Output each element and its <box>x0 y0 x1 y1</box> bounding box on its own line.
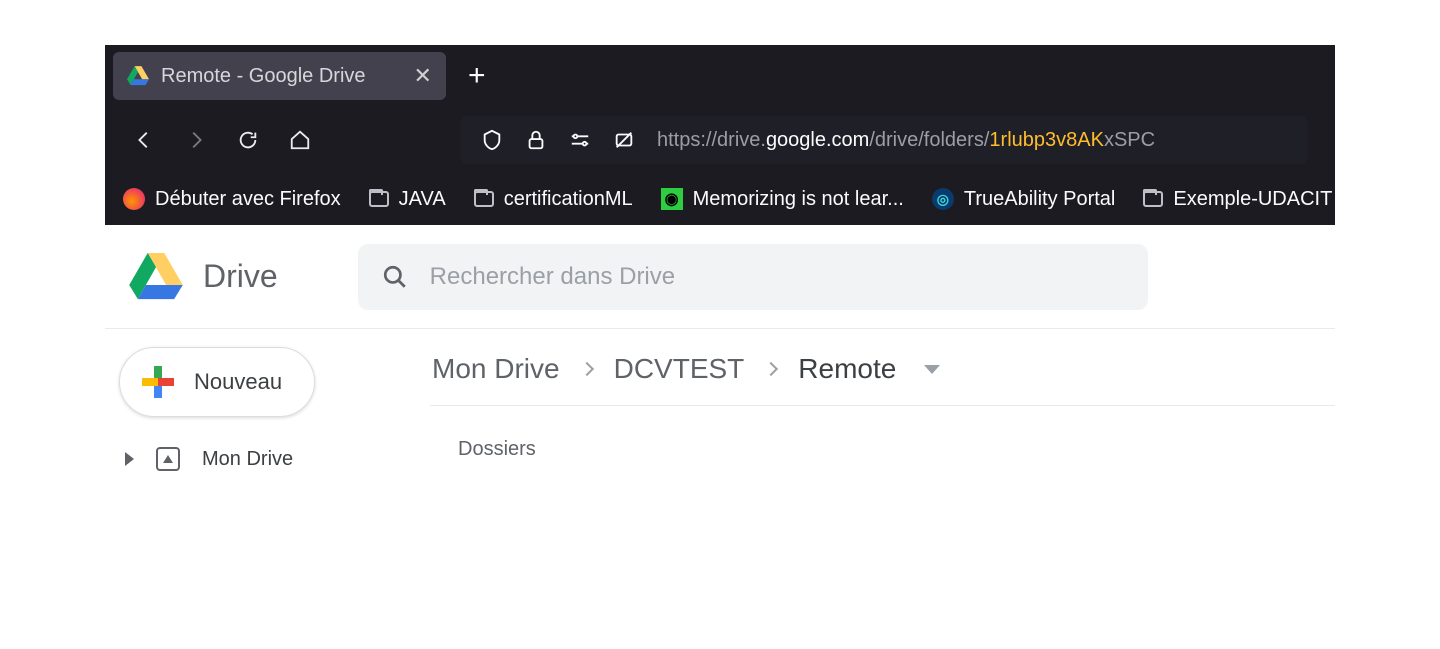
folder-icon <box>474 191 494 207</box>
expand-icon[interactable] <box>125 452 134 466</box>
url-text: https://drive.google.com/drive/folders/1… <box>657 129 1155 152</box>
folder-icon <box>369 191 389 207</box>
main-content: Mon Drive DCVTEST Remote Dossiers <box>420 329 1335 497</box>
clock-icon: ◉ <box>661 188 683 210</box>
back-button[interactable] <box>133 129 155 151</box>
home-button[interactable] <box>289 129 311 151</box>
google-drive-logo[interactable] <box>129 253 183 301</box>
bookmark-memorizing[interactable]: ◉ Memorizing is not lear... <box>661 188 904 211</box>
permissions-icon[interactable] <box>569 129 591 151</box>
breadcrumb-current[interactable]: Remote <box>798 353 896 385</box>
badge-icon: ◎ <box>932 188 954 210</box>
shield-icon[interactable] <box>481 129 503 151</box>
lock-icon[interactable] <box>525 129 547 151</box>
new-tab-button[interactable]: + <box>464 61 490 91</box>
chevron-right-icon <box>580 362 594 376</box>
tab-title: Remote - Google Drive <box>161 65 366 88</box>
bookmark-certificationml[interactable]: certificationML <box>474 188 633 211</box>
my-drive-icon <box>156 447 180 471</box>
bookmark-firefox[interactable]: Débuter avec Firefox <box>123 188 341 211</box>
search-box[interactable] <box>358 244 1148 310</box>
breadcrumb-item[interactable]: DCVTEST <box>614 353 745 385</box>
new-button[interactable]: Nouveau <box>119 347 315 417</box>
plus-icon <box>142 366 174 398</box>
blocked-icon[interactable] <box>613 129 635 151</box>
url-bar[interactable]: https://drive.google.com/drive/folders/1… <box>461 116 1307 164</box>
breadcrumb: Mon Drive DCVTEST Remote <box>430 347 1335 406</box>
browser-tab[interactable]: Remote - Google Drive ✕ <box>113 52 446 100</box>
reload-button[interactable] <box>237 129 259 151</box>
bookmark-trueability[interactable]: ◎ TrueAbility Portal <box>932 188 1116 211</box>
sidebar: Nouveau Mon Drive <box>105 329 420 497</box>
section-label-folders: Dossiers <box>430 406 1335 461</box>
close-tab-icon[interactable]: ✕ <box>414 63 432 89</box>
folder-icon <box>1143 191 1163 207</box>
sidebar-item-my-drive[interactable]: Mon Drive <box>119 439 406 479</box>
bookmarks-bar: Débuter avec Firefox JAVA certificationM… <box>105 173 1335 225</box>
firefox-icon <box>123 188 145 210</box>
drive-header: Drive <box>105 225 1335 329</box>
bookmark-java[interactable]: JAVA <box>369 188 446 211</box>
chevron-down-icon[interactable] <box>924 365 940 374</box>
drive-title: Drive <box>203 258 278 295</box>
chevron-right-icon <box>764 362 778 376</box>
forward-button[interactable] <box>185 129 207 151</box>
bookmark-exemple-udacity[interactable]: Exemple-UDACIT <box>1143 188 1332 211</box>
google-drive-icon <box>127 66 149 86</box>
search-input[interactable] <box>430 263 1124 291</box>
breadcrumb-item[interactable]: Mon Drive <box>432 353 560 385</box>
search-icon <box>382 264 408 290</box>
